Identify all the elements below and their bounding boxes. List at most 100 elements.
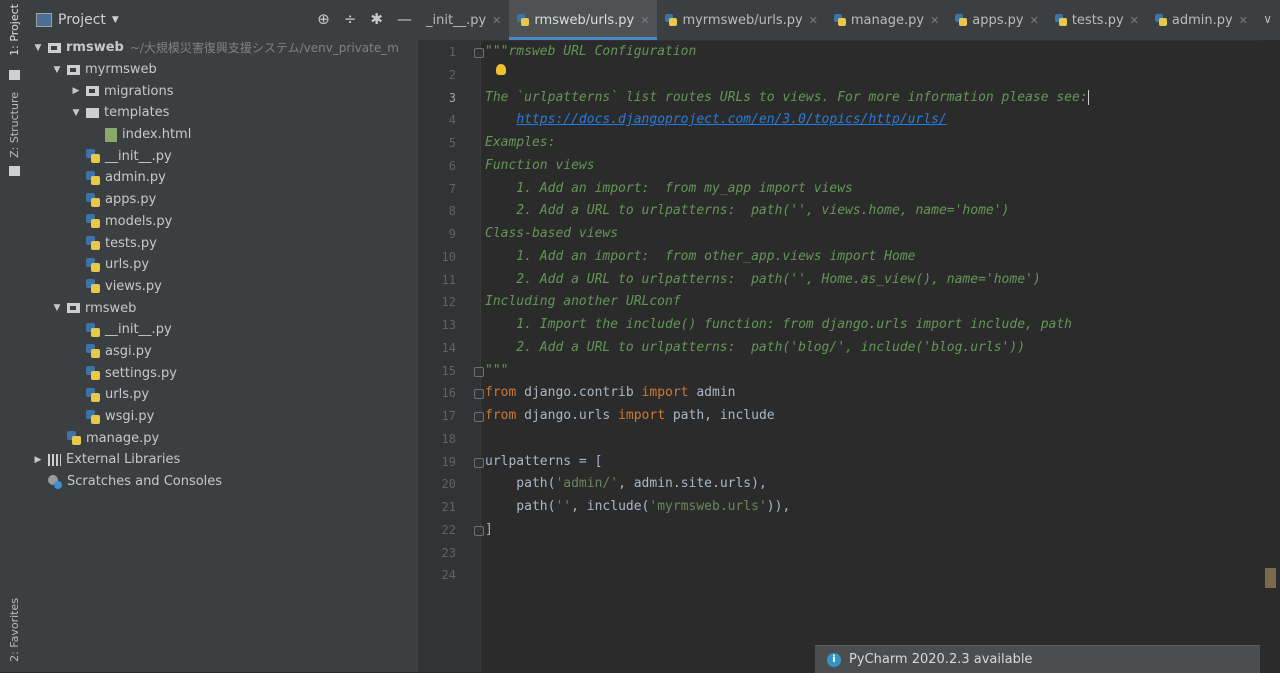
collapse-arrow-icon[interactable]: ▶: [70, 86, 82, 96]
chevron-down-icon[interactable]: ▼: [112, 15, 119, 25]
editor-tab[interactable]: rmsweb/urls.py ✕: [509, 0, 658, 40]
tree-item[interactable]: asgi.py: [28, 341, 418, 363]
editor-tab[interactable]: tests.py ✕: [1047, 0, 1147, 40]
expand-arrow-icon[interactable]: ▼: [51, 303, 63, 313]
folder-icon: [67, 303, 80, 314]
line-number: 4: [448, 113, 456, 128]
editor-tab[interactable]: _init__.py ✕: [418, 0, 509, 40]
close-icon[interactable]: ✕: [1239, 14, 1248, 27]
project-view-selector[interactable]: Project: [58, 12, 106, 28]
project-tool-tab[interactable]: 1: Project: [8, 4, 21, 56]
favorites-tool-tab[interactable]: 2: Favorites: [8, 598, 21, 662]
hide-icon[interactable]: —: [397, 10, 412, 28]
update-notification[interactable]: i PyCharm 2020.2.3 available: [815, 645, 1260, 673]
python-file-icon: [86, 170, 100, 185]
tree-item[interactable]: ▶ migrations: [28, 80, 418, 102]
expand-arrow-icon[interactable]: ▼: [70, 108, 82, 118]
expand-arrow-icon[interactable]: ▼: [32, 43, 44, 53]
editor-tab[interactable]: myrmsweb/urls.py ✕: [657, 0, 825, 40]
python-file-icon: [86, 214, 100, 229]
locate-icon[interactable]: ⊕: [317, 10, 330, 28]
line-number: 20: [441, 477, 456, 492]
line-number: 10: [441, 249, 456, 264]
close-icon[interactable]: ✕: [809, 14, 818, 27]
code-token: path(: [485, 476, 556, 492]
editor-scrollbar[interactable]: [1261, 40, 1280, 672]
tree-item[interactable]: urls.py: [28, 254, 418, 276]
close-icon[interactable]: ✕: [930, 14, 939, 27]
html-file-icon: [105, 127, 117, 142]
line-number: 9: [448, 227, 456, 241]
code-token: import: [618, 408, 666, 423]
collapse-all-icon[interactable]: ÷: [344, 10, 357, 28]
line-number: 8: [448, 204, 456, 219]
close-icon[interactable]: ✕: [640, 14, 649, 27]
tree-item[interactable]: models.py: [28, 211, 418, 233]
python-file-icon: [86, 192, 100, 207]
code-token: '': [555, 499, 572, 514]
structure-tool-tab[interactable]: Z: Structure: [8, 92, 21, 158]
tree-item[interactable]: index.html: [28, 124, 418, 146]
line-number: 5: [448, 136, 456, 150]
code-line: Examples:: [485, 132, 555, 154]
line-number: 14: [441, 340, 456, 355]
close-icon[interactable]: ✕: [1130, 14, 1139, 27]
scrollbar-marker[interactable]: [1265, 568, 1276, 588]
editor-tab[interactable]: apps.py ✕: [947, 0, 1047, 40]
code-editor[interactable]: """rmsweb URL Configuration The `urlpatte…: [481, 40, 1261, 672]
collapse-arrow-icon[interactable]: ▶: [32, 455, 44, 465]
tree-item[interactable]: manage.py: [28, 427, 418, 449]
code-token: urlpatterns = [: [485, 453, 603, 469]
tree-item[interactable]: __init__.py: [28, 319, 418, 341]
tree-item[interactable]: ▼ rmsweb: [28, 297, 418, 319]
expand-arrow-icon[interactable]: ▼: [51, 65, 63, 75]
chevron-down-icon[interactable]: ∨: [1263, 12, 1272, 26]
tree-item[interactable]: urls.py: [28, 384, 418, 406]
tree-item[interactable]: wsgi.py: [28, 406, 418, 428]
project-view-icon: [36, 13, 52, 27]
code-token: , include(: [571, 499, 650, 514]
close-icon[interactable]: ✕: [1030, 14, 1039, 27]
code-line: https://docs.djangoproject.com/en/3.0/to…: [485, 109, 946, 131]
tree-item[interactable]: apps.py: [28, 189, 418, 211]
tree-item-label: apps.py: [105, 192, 157, 208]
tree-item[interactable]: tests.py: [28, 232, 418, 254]
folder-icon: [67, 64, 80, 75]
tree-item[interactable]: Scratches and Consoles: [28, 471, 418, 493]
editor-tab-label: apps.py: [972, 12, 1024, 28]
tree-item[interactable]: settings.py: [28, 362, 418, 384]
tree-item[interactable]: ▼ rmsweb ~/大規模災害復興支援システム/venv_private_m: [28, 37, 418, 59]
editor-tab[interactable]: admin.py ✕: [1147, 0, 1256, 40]
line-number: 11: [441, 272, 456, 287]
tree-item[interactable]: views.py: [28, 276, 418, 298]
docs-link[interactable]: https://docs.djangoproject.com/en/3.0/to…: [516, 112, 946, 127]
tree-item[interactable]: ▼ templates: [28, 102, 418, 124]
code-token: The `urlpatterns` list routes URLs to vi…: [485, 89, 1088, 105]
tree-item[interactable]: ▼ myrmsweb: [28, 59, 418, 81]
code-token: 1. Import the include() function: from d…: [485, 317, 1072, 332]
tree-item-label: migrations: [104, 83, 174, 99]
editor-tab-label: _init__.py: [426, 12, 487, 28]
line-number: 1: [448, 45, 456, 59]
python-file-icon: [86, 387, 100, 402]
code-line: """: [485, 360, 508, 382]
code-token: , admin.site.urls),: [618, 476, 767, 492]
gear-icon[interactable]: ✱: [370, 10, 383, 28]
editor-tab[interactable]: manage.py ✕: [826, 0, 947, 40]
tree-item-label: Scratches and Consoles: [67, 474, 223, 490]
code-token: Examples:: [485, 135, 556, 150]
code-token: 'admin/': [555, 476, 619, 492]
code-line: 2. Add a URL to urlpatterns: path('', Ho…: [485, 269, 1040, 291]
close-icon[interactable]: ✕: [492, 14, 501, 27]
line-number: 16: [441, 386, 456, 401]
code-token: 'myrmsweb.urls': [649, 499, 767, 514]
python-file-icon: [833, 14, 846, 26]
code-line: """rmsweb URL Configuration: [485, 41, 696, 63]
tree-item[interactable]: __init__.py: [28, 145, 418, 167]
tree-item-label: admin.py: [105, 170, 166, 186]
tree-item[interactable]: ▶ External Libraries: [28, 449, 418, 471]
tree-item-label: tests.py: [105, 235, 157, 251]
python-file-icon: [86, 322, 100, 337]
python-file-icon: [665, 14, 678, 26]
tree-item[interactable]: admin.py: [28, 167, 418, 189]
